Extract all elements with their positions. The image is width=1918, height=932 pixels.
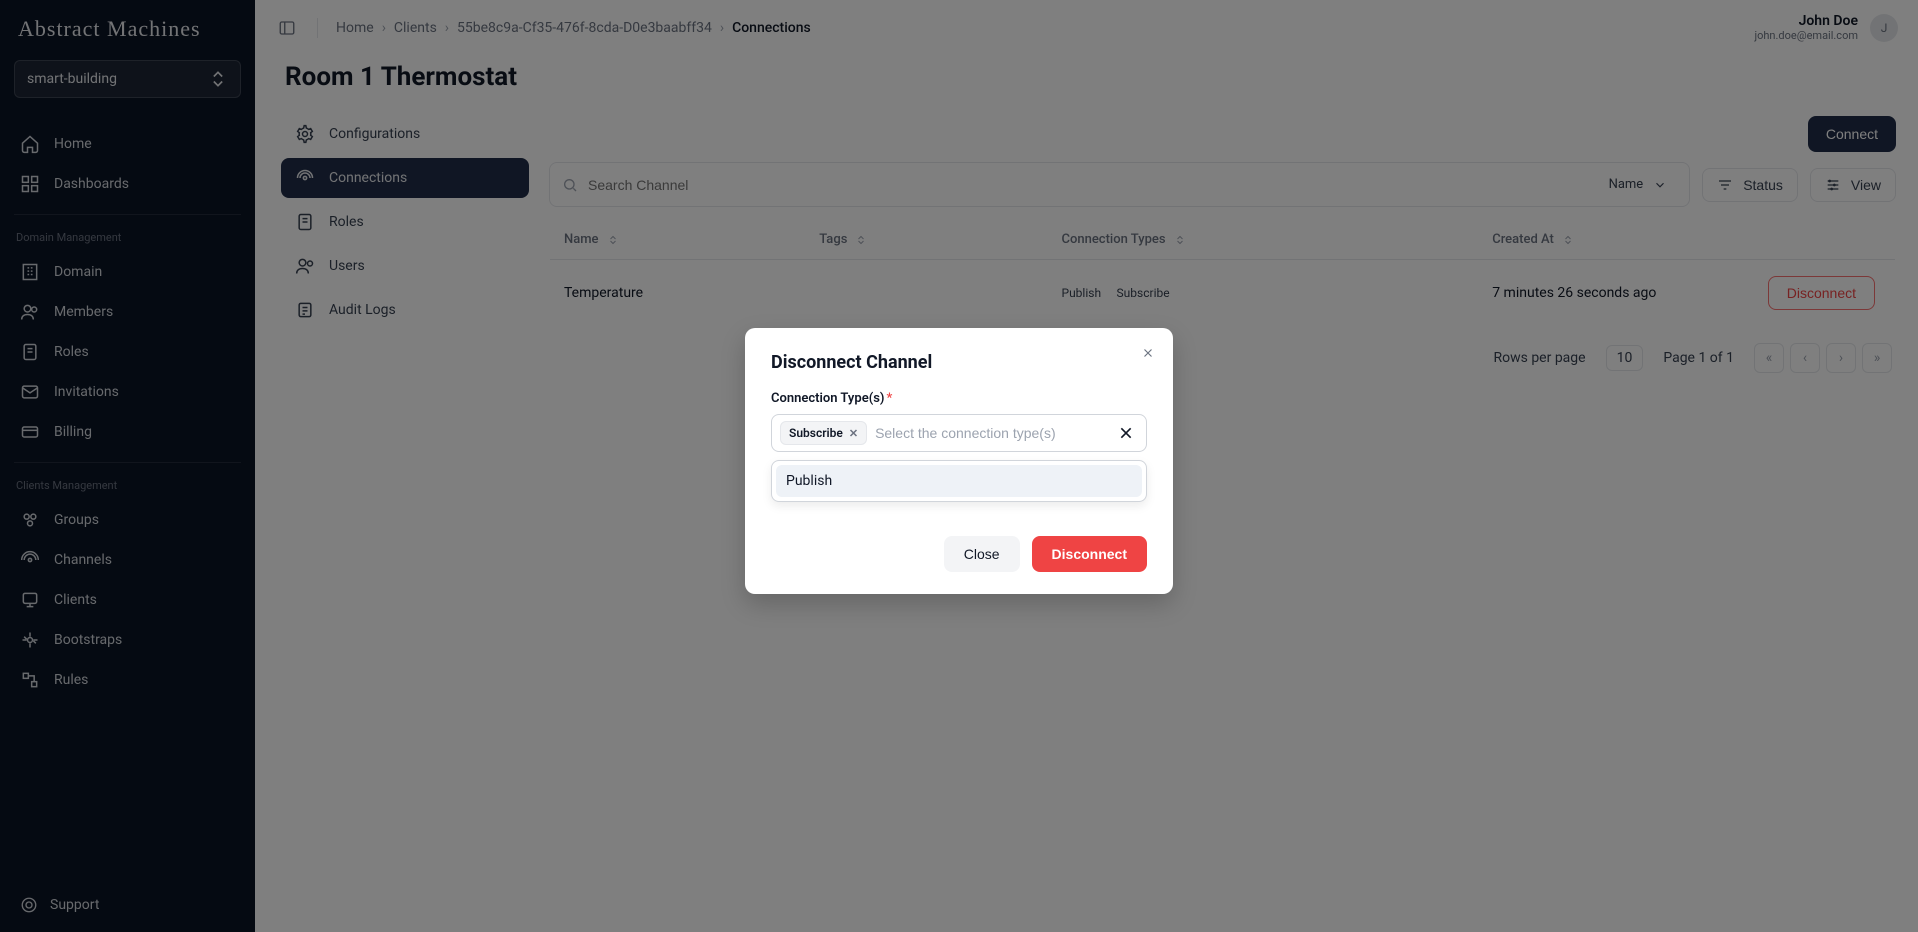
connection-types-multiselect[interactable]: Subscribe ✕ (771, 414, 1147, 452)
chip-label: Subscribe (789, 426, 843, 440)
clear-all-button[interactable] (1114, 425, 1138, 441)
modal-disconnect-action[interactable]: Disconnect (1032, 536, 1147, 572)
dropdown-option-publish[interactable]: Publish (776, 465, 1142, 497)
modal-title: Disconnect Channel (771, 352, 1147, 373)
modal-close-action[interactable]: Close (944, 536, 1020, 572)
connection-types-input[interactable] (875, 425, 1106, 441)
connection-types-dropdown: Publish (771, 460, 1147, 502)
selected-chip-subscribe: Subscribe ✕ (780, 421, 867, 445)
field-label-text: Connection Type(s) (771, 391, 884, 406)
disconnect-channel-modal: Disconnect Channel Connection Type(s)* S… (745, 328, 1173, 594)
modal-close-button[interactable] (1137, 342, 1159, 364)
field-label-connection-types: Connection Type(s)* (771, 391, 1147, 406)
chip-remove-button[interactable]: ✕ (849, 427, 858, 440)
modal-overlay[interactable]: Disconnect Channel Connection Type(s)* S… (0, 0, 1918, 932)
